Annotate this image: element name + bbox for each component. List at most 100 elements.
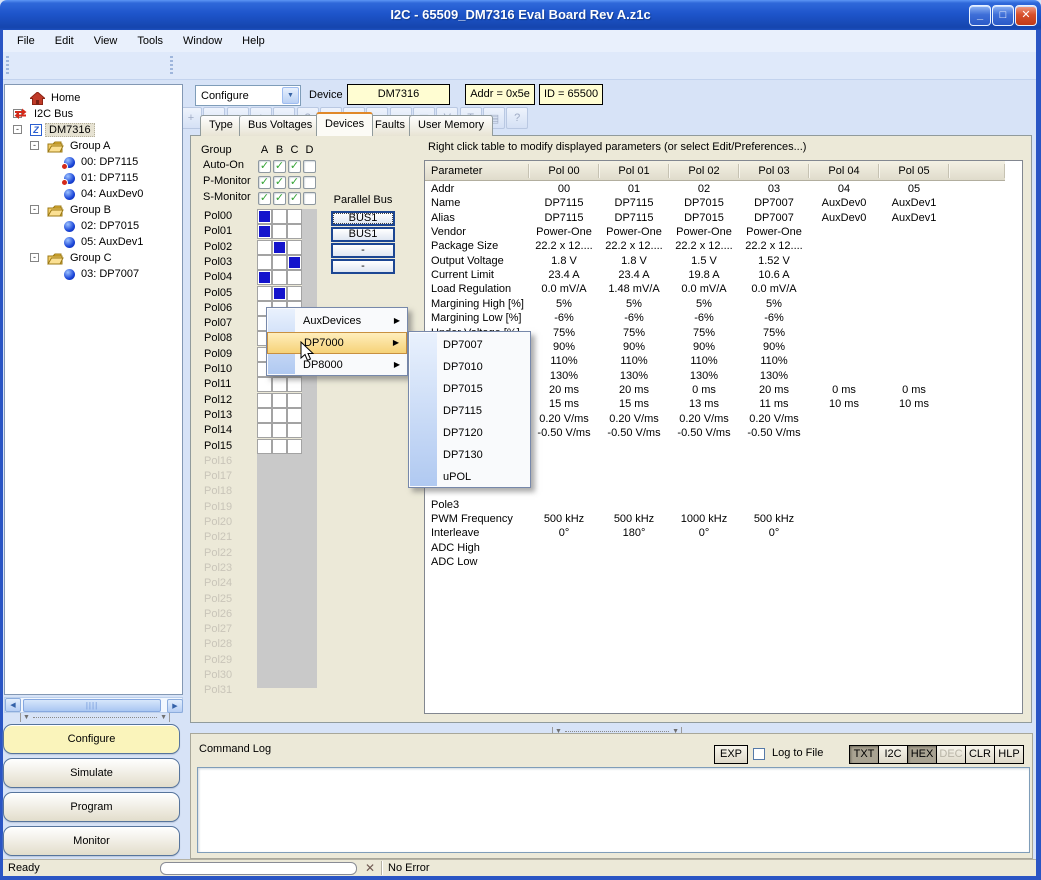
tab-devices[interactable]: Devices [316,112,373,136]
left-splitter[interactable]: ▼▼ [20,713,170,722]
pol14-A-cell[interactable] [257,423,272,438]
pol12-A-cell[interactable] [257,393,272,408]
monitor-button[interactable]: Monitor [3,826,180,856]
pol02-A-cell[interactable] [257,240,272,255]
menu-window[interactable]: Window [173,32,232,50]
pol13-B-cell[interactable] [272,408,287,423]
pol15-C-cell[interactable] [287,439,302,454]
menu-edit[interactable]: Edit [45,32,84,50]
pol15-A-cell[interactable] [257,439,272,454]
pol11-B-cell[interactable] [272,377,287,392]
export-button[interactable]: EXP [714,745,748,764]
menu-view[interactable]: View [84,32,128,50]
menu-file[interactable]: File [7,32,45,50]
s-monitor-A-checkbox[interactable]: ✓ [258,192,271,205]
command-log-output[interactable] [197,767,1030,853]
menu-tools[interactable]: Tools [127,32,173,50]
tree-item-dm7316[interactable]: ZDM7316 [30,122,95,138]
submenu-item-dp7115[interactable]: DP7115 [409,400,530,422]
mode-combobox[interactable]: Configure ▼ [195,85,301,106]
pol02-B-cell[interactable] [272,240,287,255]
chevron-down-icon[interactable]: ▼ [282,87,299,104]
tree-expander-icon[interactable]: - [30,253,39,262]
pol12-B-cell[interactable] [272,393,287,408]
pol12-C-cell[interactable] [287,393,302,408]
log-format-clr-button[interactable]: CLR [965,745,995,764]
pol05-C-cell[interactable] [287,286,302,301]
tab-faults[interactable]: Faults [366,115,414,136]
menu-item-dp7000[interactable]: DP7000▶ [267,332,407,354]
tree-item-group-b[interactable]: Group B [47,202,114,218]
auto-on-D-checkbox[interactable] [303,160,316,173]
tree-item-i2c-bus[interactable]: I2C Bus [13,106,76,122]
tree-item-02-dp7015[interactable]: 02: DP7015 [64,218,142,234]
pol03-B-cell[interactable] [272,255,287,270]
auto-on-B-checkbox[interactable]: ✓ [273,160,286,173]
pol03-C-cell[interactable] [287,255,302,270]
submenu-item-dp7130[interactable]: DP7130 [409,444,530,466]
menu-item-auxdevices[interactable]: AuxDevices▶ [267,310,407,332]
title-bar[interactable]: I2C - 65509_DM7316 Eval Board Rev A.z1c … [0,0,1041,30]
simulate-button[interactable]: Simulate [3,758,180,788]
tree-item-home[interactable]: Home [30,90,83,106]
clear-error-icon[interactable]: ✕ [362,861,378,875]
program-button[interactable]: Program [3,792,180,822]
configure-button[interactable]: Configure [3,724,180,754]
pol14-B-cell[interactable] [272,423,287,438]
pol00-C-cell[interactable] [287,209,302,224]
log-format-hlp-button[interactable]: HLP [994,745,1024,764]
pol13-A-cell[interactable] [257,408,272,423]
log-to-file-checkbox[interactable] [753,748,765,760]
bus-slot-2[interactable]: - [331,243,395,258]
pol02-C-cell[interactable] [287,240,302,255]
pol00-B-cell[interactable] [272,209,287,224]
s-monitor-B-checkbox[interactable]: ✓ [273,192,286,205]
bus-slot-1[interactable]: BUS1 [331,227,395,242]
pol04-C-cell[interactable] [287,270,302,285]
menu-item-dp8000[interactable]: DP8000▶ [267,354,407,376]
bus-slot-0[interactable]: BUS1 [331,211,395,226]
log-format-txt-button[interactable]: TXT [849,745,879,764]
tree-item-04-auxdev0[interactable]: 04: AuxDev0 [64,186,146,202]
pol05-A-cell[interactable] [257,286,272,301]
tree-expander-icon[interactable]: - [30,205,39,214]
tree-item-05-auxdev1[interactable]: 05: AuxDev1 [64,234,146,250]
p-monitor-C-checkbox[interactable]: ✓ [288,176,301,189]
tree-expander-icon[interactable]: - [13,125,22,134]
p-monitor-A-checkbox[interactable]: ✓ [258,176,271,189]
tab-type[interactable]: Type [200,115,242,136]
submenu-item-dp7015[interactable]: DP7015 [409,378,530,400]
scroll-right-icon[interactable]: ▶ [167,699,183,713]
pol14-C-cell[interactable] [287,423,302,438]
s-monitor-D-checkbox[interactable] [303,192,316,205]
log-format-hex-button[interactable]: HEX [907,745,937,764]
pol01-C-cell[interactable] [287,224,302,239]
pol01-B-cell[interactable] [272,224,287,239]
bus-slot-3[interactable]: - [331,259,395,274]
pol03-A-cell[interactable] [257,255,272,270]
tree-item-group-c[interactable]: Group C [47,250,115,266]
tab-user-memory[interactable]: User Memory [409,115,493,136]
submenu-item-dp7120[interactable]: DP7120 [409,422,530,444]
auto-on-C-checkbox[interactable]: ✓ [288,160,301,173]
pol11-C-cell[interactable] [287,377,302,392]
scroll-left-icon[interactable]: ◀ [5,698,21,712]
s-monitor-C-checkbox[interactable]: ✓ [288,192,301,205]
log-format-i2c-button[interactable]: I2C [878,745,908,764]
tree-item-01-dp7115[interactable]: 01: DP7115 [64,170,141,186]
pol11-A-cell[interactable] [257,377,272,392]
tree-item-00-dp7115[interactable]: 00: DP7115 [64,154,141,170]
pol13-C-cell[interactable] [287,408,302,423]
scrollbar-thumb[interactable]: |||| [23,699,161,712]
tree-item-03-dp7007[interactable]: 03: DP7007 [64,266,142,282]
tree-horizontal-scrollbar[interactable]: ◀ |||| ▶ [4,697,183,713]
submenu-item-upol[interactable]: uPOL [409,466,530,488]
pol01-A-cell[interactable] [257,224,272,239]
pol00-A-cell[interactable] [257,209,272,224]
maximize-button[interactable]: □ [992,5,1014,26]
minimize-button[interactable]: _ [969,5,991,26]
auto-on-A-checkbox[interactable]: ✓ [258,160,271,173]
pol04-A-cell[interactable] [257,270,272,285]
p-monitor-D-checkbox[interactable] [303,176,316,189]
submenu-item-dp7010[interactable]: DP7010 [409,356,530,378]
